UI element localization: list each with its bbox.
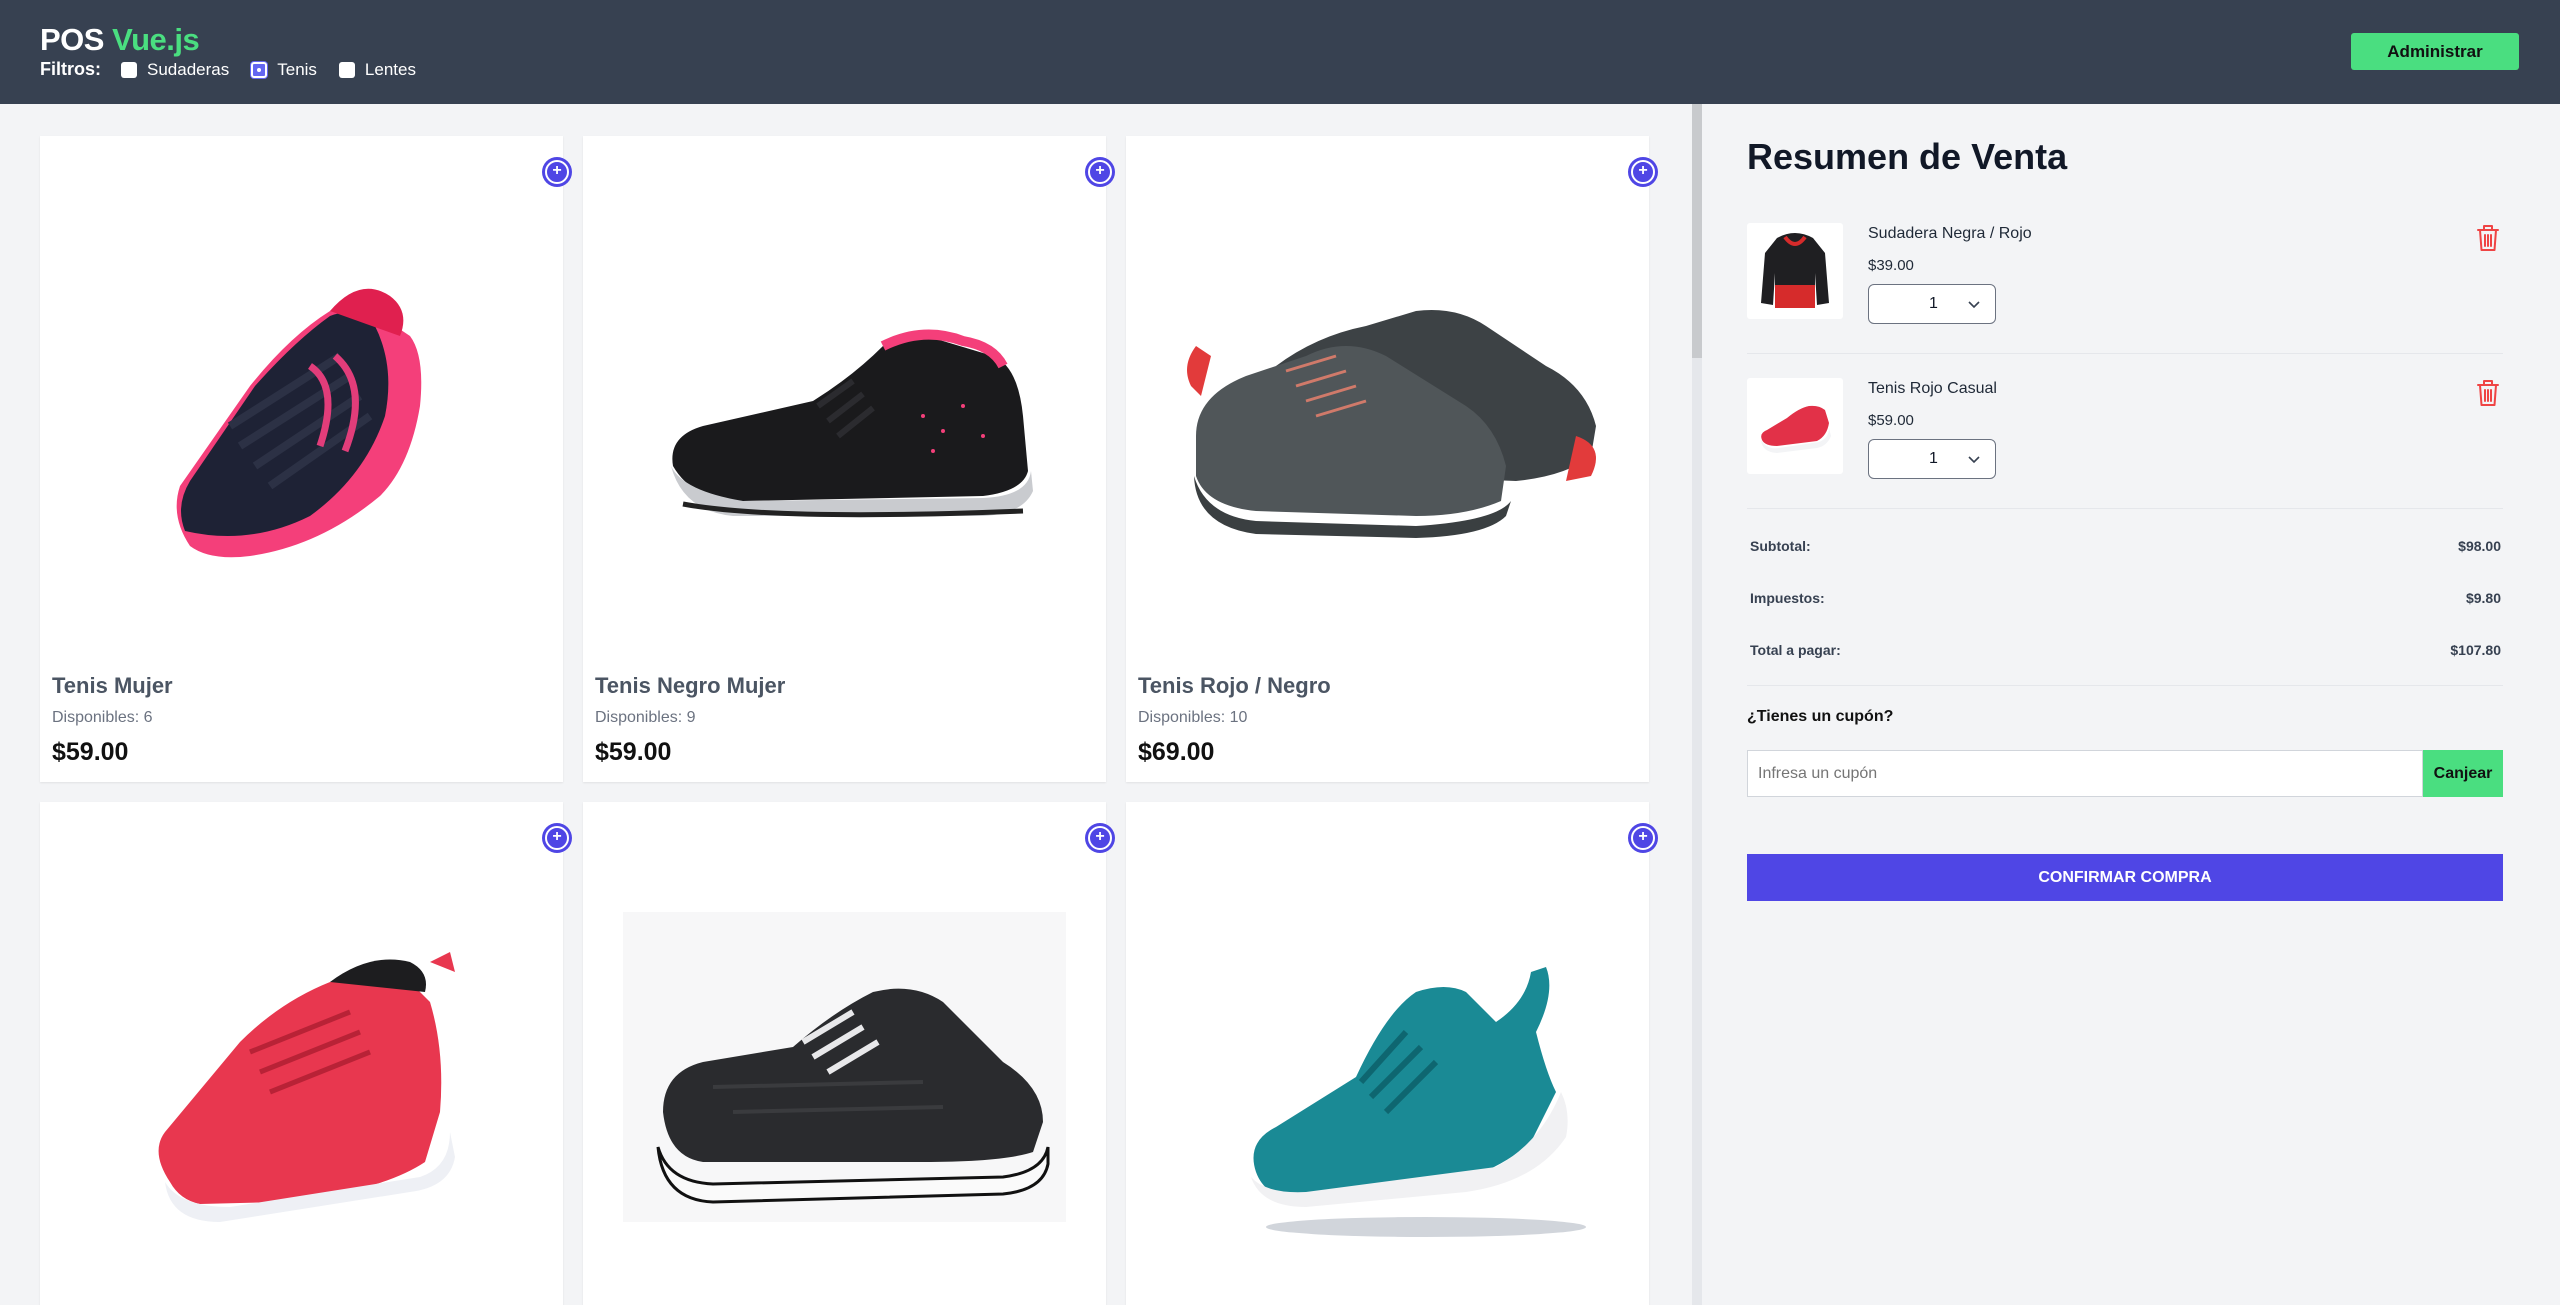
divider: [1747, 685, 2503, 686]
product-name: Tenis Rojo / Negro: [1138, 673, 1331, 698]
product-price: $59.00: [52, 738, 129, 766]
chevron-down-icon: [1968, 301, 1980, 309]
cart-item-price: $59.00: [1868, 412, 1914, 429]
lentes-checkbox[interactable]: [338, 61, 355, 78]
black-red-hoodie-image: [1761, 233, 1829, 308]
redeem-coupon-button[interactable]: Canjear: [2423, 750, 2503, 797]
total-value: $107.80: [2450, 642, 2501, 658]
confirm-purchase-button[interactable]: CONFIRMAR COMPRA: [1747, 854, 2503, 901]
top-header: POS Vue.js Filtros: Sudaderas Tenis Lent…: [0, 0, 2560, 104]
filter-sudaderas[interactable]: Sudaderas: [121, 60, 229, 80]
product-price: $59.00: [595, 738, 672, 766]
red-sneaker-image: [1761, 405, 1831, 453]
product-image-red-sneaker: [158, 952, 455, 1222]
plus-icon: +: [1095, 828, 1105, 845]
product-name: Tenis Mujer: [52, 673, 173, 698]
plus-icon: +: [552, 162, 562, 179]
cart-item: Tenis Rojo Casual $59.00 1: [1747, 378, 2503, 479]
product-image-navy-pink-sneaker: [176, 288, 422, 558]
tax-value: $9.80: [2465, 590, 2501, 606]
product-card: + Tenis Negro Mujer Disponibles: 9 $59.0…: [583, 136, 1115, 782]
add-to-cart-button[interactable]: +: [1085, 157, 1115, 187]
product-stock: Disponibles: 10: [1138, 709, 1248, 726]
subtotal-value: $98.00: [2458, 538, 2501, 554]
quantity-value: 1: [1929, 295, 1938, 312]
product-price: $69.00: [1138, 738, 1215, 766]
filter-label-lentes: Lentes: [364, 59, 416, 79]
trash-icon[interactable]: [2475, 223, 2501, 253]
filter-label-sudaderas: Sudaderas: [147, 59, 230, 79]
cart-item-name: Sudadera Negra / Rojo: [1868, 225, 2032, 242]
product-image-black-white-sneaker: [623, 912, 1066, 1222]
tax-row: Impuestos: $9.80: [1750, 590, 2501, 606]
subtotal-label: Subtotal:: [1750, 538, 1811, 554]
coupon-question: ¿Tienes un cupón?: [1747, 708, 1894, 725]
filter-tenis[interactable]: Tenis: [251, 60, 317, 80]
divider: [1747, 353, 2503, 354]
product-card: +: [1126, 802, 1658, 1305]
product-card: +: [40, 802, 572, 1305]
products-scrollbar-thumb[interactable]: [1692, 104, 1702, 358]
total-row: Total a pagar: $107.80: [1750, 642, 2501, 658]
product-stock: Disponibles: 6: [52, 709, 153, 726]
cart-item-image: [1747, 223, 1843, 319]
cart-item: Sudadera Negra / Rojo $39.00 1: [1747, 223, 2503, 324]
product-image-grey-red-sneakers: [1187, 310, 1596, 538]
product-card: +: [583, 802, 1115, 1305]
product-stock: Disponibles: 9: [595, 709, 696, 726]
plus-icon: +: [552, 828, 562, 845]
brand-text: POS: [40, 22, 113, 57]
cart-item-name: Tenis Rojo Casual: [1868, 380, 1997, 397]
summary-title: Resumen de Venta: [1747, 136, 2068, 177]
chevron-down-icon: [1968, 456, 1980, 464]
add-to-cart-button[interactable]: +: [1628, 823, 1658, 853]
filter-lentes[interactable]: Lentes: [338, 59, 416, 80]
divider: [1747, 508, 2503, 509]
product-image-teal-sneaker: [1251, 967, 1586, 1237]
coupon-input[interactable]: [1747, 750, 2423, 797]
quantity-select[interactable]: 1: [1868, 284, 1996, 324]
filter-label-tenis: Tenis: [277, 59, 317, 79]
plus-icon: +: [1638, 162, 1648, 179]
tax-label: Impuestos:: [1750, 590, 1825, 606]
tenis-checkbox[interactable]: [251, 61, 268, 78]
add-to-cart-button[interactable]: +: [1628, 157, 1658, 187]
sudaderas-checkbox[interactable]: [121, 61, 137, 78]
product-card: + Tenis Mujer Disponibles: 6 $59.00: [40, 136, 572, 782]
total-label: Total a pagar:: [1750, 642, 1841, 658]
plus-icon: +: [1638, 828, 1648, 845]
add-to-cart-button[interactable]: +: [1085, 823, 1115, 853]
product-name: Tenis Negro Mujer: [595, 673, 786, 698]
filters-bar: Filtros: Sudaderas Tenis Lentes: [40, 59, 438, 80]
cart-item-price: $39.00: [1868, 257, 1914, 274]
app-logo: POS Vue.js: [40, 22, 200, 58]
add-to-cart-button[interactable]: +: [542, 823, 572, 853]
products-grid: + Tenis Mujer Disponibles: 6 $59.00 + Te…: [0, 104, 1700, 1305]
trash-icon[interactable]: [2475, 378, 2501, 408]
subtotal-row: Subtotal: $98.00: [1750, 538, 2501, 554]
plus-icon: +: [1095, 162, 1105, 179]
brand-accent-text: Vue.js: [112, 22, 200, 57]
quantity-select[interactable]: 1: [1868, 439, 1996, 479]
quantity-value: 1: [1929, 450, 1938, 467]
product-image-black-pink-sneaker: [671, 329, 1033, 518]
add-to-cart-button[interactable]: +: [542, 157, 572, 187]
filters-label: Filtros:: [40, 59, 101, 79]
cart-item-image: [1747, 378, 1843, 474]
product-card: + Tenis Rojo / Negro Disponibles: 10 $69…: [1126, 136, 1658, 782]
admin-button[interactable]: Administrar: [2351, 33, 2519, 70]
